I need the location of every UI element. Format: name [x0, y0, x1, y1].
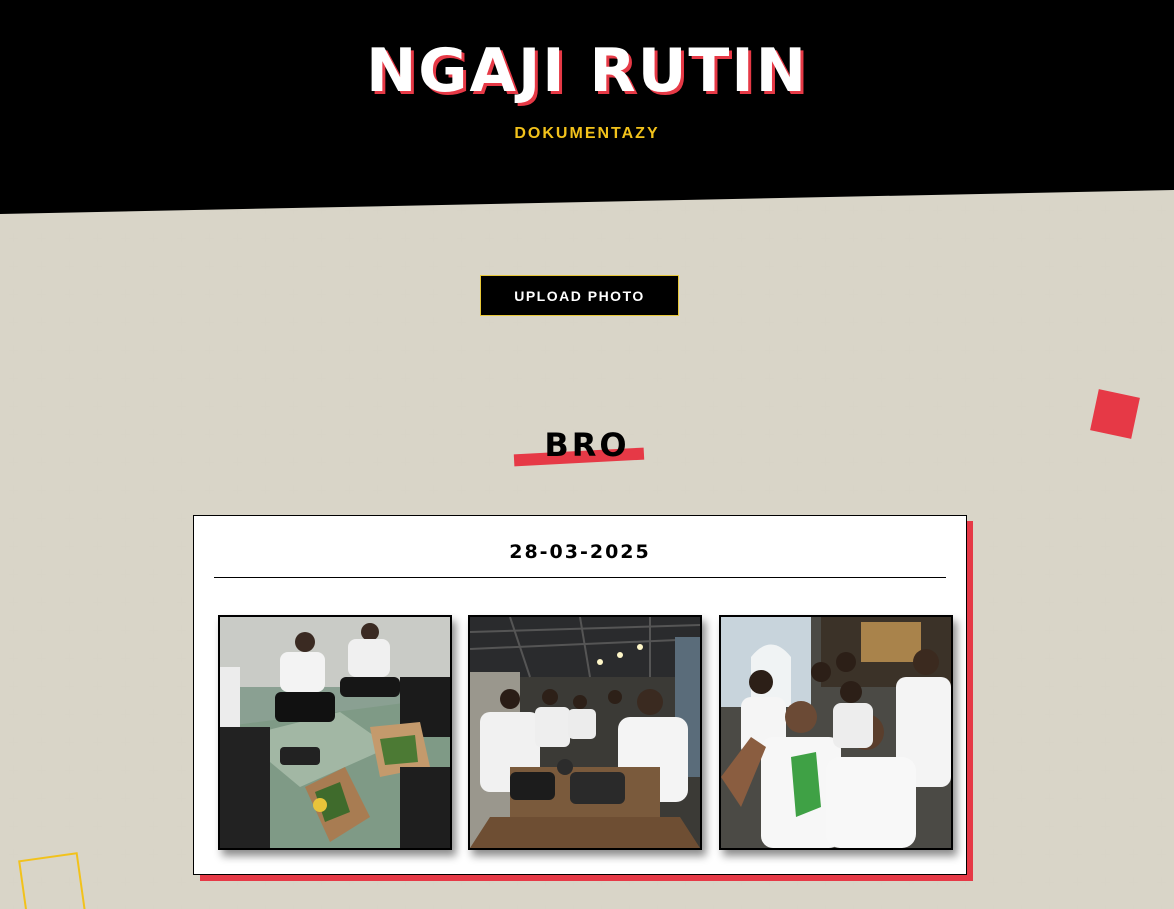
- page-header: [0, 0, 1174, 214]
- photo-group-eating-floor[interactable]: [218, 615, 452, 850]
- site-subtitle: DOKUMENTAZY: [514, 125, 660, 142]
- decorative-yellow-outline: [18, 852, 86, 909]
- album-card: 28-03-2025: [193, 515, 967, 875]
- section-heading: BRO: [544, 426, 630, 464]
- photo-group-selfie[interactable]: [719, 615, 953, 850]
- upload-photo-button[interactable]: UPLOAD PHOTO: [480, 275, 679, 316]
- divider: [214, 577, 946, 578]
- photo-group-cafe-table[interactable]: [468, 615, 702, 850]
- album-date: 28-03-2025: [509, 541, 651, 563]
- site-title: NGAJI RUTIN: [366, 36, 808, 106]
